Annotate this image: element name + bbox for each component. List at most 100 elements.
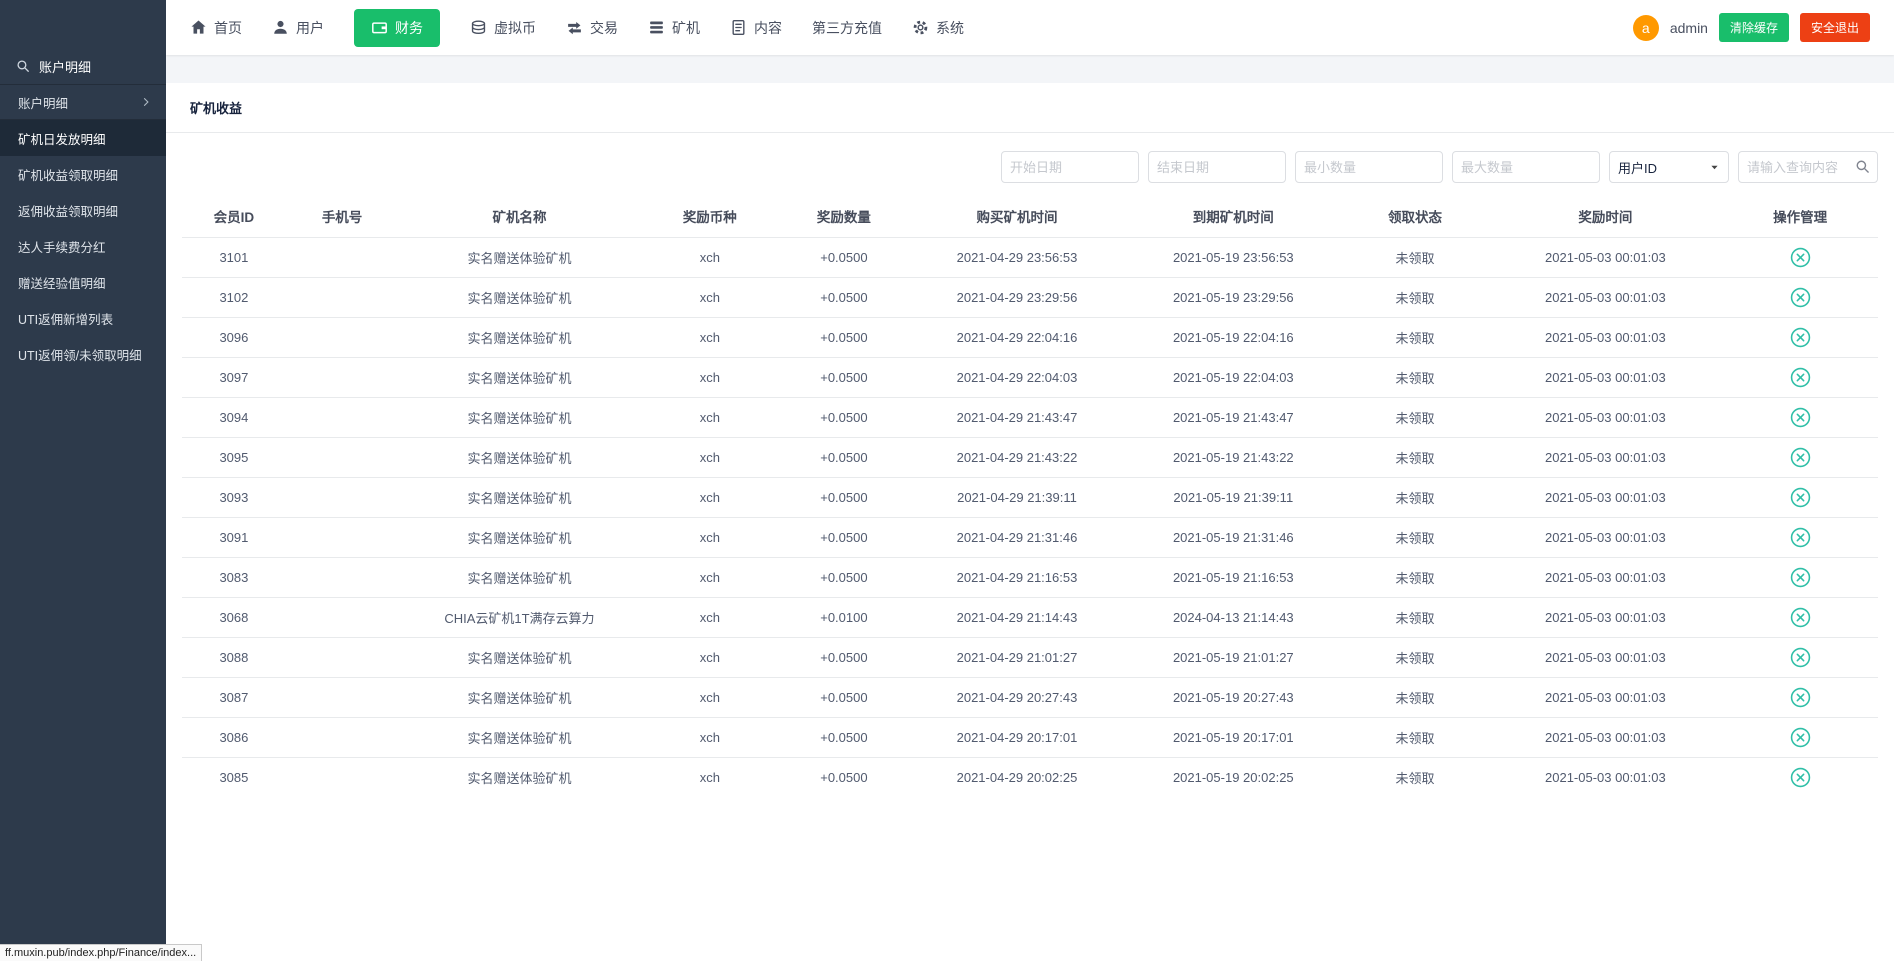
close-circle-icon[interactable] <box>1790 367 1811 388</box>
sidebar-item-label: 矿机收益领取明细 <box>18 165 118 184</box>
max-quantity-input[interactable] <box>1452 151 1600 183</box>
search-box <box>1738 151 1878 183</box>
member-id-cell: 3086 <box>182 717 286 757</box>
close-circle-icon[interactable] <box>1790 527 1811 548</box>
nav-item-label: 系统 <box>936 18 964 38</box>
close-circle-icon[interactable] <box>1790 247 1811 268</box>
buy-time-cell: 2021-04-29 21:14:43 <box>909 597 1125 637</box>
close-circle-icon[interactable] <box>1790 607 1811 628</box>
coin-cell: xch <box>641 357 779 397</box>
miner-name-cell: 实名赠送体验矿机 <box>398 757 640 797</box>
nav-item-coin[interactable]: 虚拟币 <box>470 18 536 38</box>
nav-item-label: 用户 <box>296 18 324 38</box>
member-id-cell: 3083 <box>182 557 286 597</box>
finance-icon <box>371 19 388 36</box>
nav-right: a admin 清除缓存 安全退出 <box>1633 13 1870 42</box>
logout-button[interactable]: 安全退出 <box>1800 13 1870 42</box>
end-date-input[interactable] <box>1148 151 1286 183</box>
close-circle-icon[interactable] <box>1790 727 1811 748</box>
min-quantity-input[interactable] <box>1295 151 1443 183</box>
close-circle-icon[interactable] <box>1790 287 1811 308</box>
claim-status-cell: 未领取 <box>1341 357 1488 397</box>
amount-cell: +0.0500 <box>779 477 909 517</box>
nav-item-user[interactable]: 用户 <box>272 18 324 38</box>
column-header: 奖励时间 <box>1489 195 1723 237</box>
close-circle-icon[interactable] <box>1790 767 1811 788</box>
sidebar-item-label: UTI返佣新增列表 <box>18 309 113 328</box>
claim-status-cell: 未领取 <box>1341 237 1488 277</box>
close-circle-icon[interactable] <box>1790 647 1811 668</box>
phone-cell <box>286 357 398 397</box>
sidebar-item-uti-claim[interactable]: UTI返佣领/未领取明细 <box>0 336 166 372</box>
sidebar-item-rebate-claim[interactable]: 返佣收益领取明细 <box>0 192 166 228</box>
sidebar-item-uti-new[interactable]: UTI返佣新增列表 <box>0 300 166 336</box>
expire-time-cell: 2021-05-19 21:43:22 <box>1125 437 1341 477</box>
nav-item-system[interactable]: 系统 <box>912 18 964 38</box>
reward-time-cell: 2021-05-03 00:01:03 <box>1489 277 1723 317</box>
expire-time-cell: 2021-05-19 20:02:25 <box>1125 757 1341 797</box>
admin-username[interactable]: admin <box>1670 20 1708 36</box>
nav-item-finance[interactable]: 财务 <box>354 9 440 47</box>
member-id-cell: 3102 <box>182 277 286 317</box>
nav-item-thirdparty[interactable]: 第三方充值 <box>812 18 882 38</box>
close-circle-icon[interactable] <box>1790 687 1811 708</box>
close-circle-icon[interactable] <box>1790 567 1811 588</box>
filter-bar: 用户ID <box>166 133 1894 195</box>
miner-name-cell: 实名赠送体验矿机 <box>398 237 640 277</box>
column-header: 购买矿机时间 <box>909 195 1125 237</box>
reward-time-cell: 2021-05-03 00:01:03 <box>1489 437 1723 477</box>
coin-cell: xch <box>641 477 779 517</box>
nav-item-home[interactable]: 首页 <box>190 18 242 38</box>
amount-cell: +0.0500 <box>779 357 909 397</box>
close-circle-icon[interactable] <box>1790 407 1811 428</box>
sidebar: 账户明细 账户明细矿机日发放明细矿机收益领取明细返佣收益领取明细达人手续费分红赠… <box>0 0 166 961</box>
nav-item-trade[interactable]: 交易 <box>566 18 618 38</box>
table-row: 3095实名赠送体验矿机xch+0.05002021-04-29 21:43:2… <box>182 437 1878 477</box>
amount-cell: +0.0500 <box>779 717 909 757</box>
close-circle-icon[interactable] <box>1790 487 1811 508</box>
nav-item-miner[interactable]: 矿机 <box>648 18 700 38</box>
miner-name-cell: 实名赠送体验矿机 <box>398 637 640 677</box>
clear-cache-button[interactable]: 清除缓存 <box>1719 13 1789 42</box>
member-id-cell: 3101 <box>182 237 286 277</box>
sidebar-item-miner-daily[interactable]: 矿机日发放明细 <box>0 120 166 156</box>
sidebar-item-miner-claim[interactable]: 矿机收益领取明细 <box>0 156 166 192</box>
column-header: 手机号 <box>286 195 398 237</box>
search-icon[interactable] <box>1855 159 1870 174</box>
table-row: 3068CHIA云矿机1T满存云算力xch+0.01002021-04-29 2… <box>182 597 1878 637</box>
sidebar-item-account-detail[interactable]: 账户明细 <box>0 84 166 120</box>
claim-status-cell: 未领取 <box>1341 317 1488 357</box>
coin-cell: xch <box>641 757 779 797</box>
coin-cell: xch <box>641 437 779 477</box>
amount-cell: +0.0500 <box>779 637 909 677</box>
sidebar-search-header[interactable]: 账户明细 <box>0 50 166 82</box>
claim-status-cell: 未领取 <box>1341 637 1488 677</box>
sidebar-item-talent-fee[interactable]: 达人手续费分红 <box>0 228 166 264</box>
coin-cell: xch <box>641 677 779 717</box>
coin-cell: xch <box>641 717 779 757</box>
expire-time-cell: 2021-05-19 20:27:43 <box>1125 677 1341 717</box>
amount-cell: +0.0500 <box>779 437 909 477</box>
coin-cell: xch <box>641 237 779 277</box>
miner-name-cell: CHIA云矿机1T满存云算力 <box>398 597 640 637</box>
close-circle-icon[interactable] <box>1790 327 1811 348</box>
sidebar-menu: 账户明细矿机日发放明细矿机收益领取明细返佣收益领取明细达人手续费分红赠送经验值明… <box>0 84 166 372</box>
avatar[interactable]: a <box>1633 15 1659 41</box>
amount-cell: +0.0500 <box>779 397 909 437</box>
miner-name-cell: 实名赠送体验矿机 <box>398 357 640 397</box>
column-header: 操作管理 <box>1722 195 1878 237</box>
amount-cell: +0.0500 <box>779 677 909 717</box>
sidebar-item-exp-gift[interactable]: 赠送经验值明细 <box>0 264 166 300</box>
phone-cell <box>286 637 398 677</box>
expire-time-cell: 2021-05-19 21:39:11 <box>1125 477 1341 517</box>
nav-item-content[interactable]: 内容 <box>730 18 782 38</box>
coins-icon <box>470 19 487 36</box>
start-date-input[interactable] <box>1001 151 1139 183</box>
nav-item-label: 虚拟币 <box>494 18 536 38</box>
close-circle-icon[interactable] <box>1790 447 1811 468</box>
amount-cell: +0.0500 <box>779 237 909 277</box>
user-icon <box>272 19 289 36</box>
column-header: 奖励数量 <box>779 195 909 237</box>
phone-cell <box>286 237 398 277</box>
user-id-select[interactable]: 用户ID <box>1609 151 1729 183</box>
